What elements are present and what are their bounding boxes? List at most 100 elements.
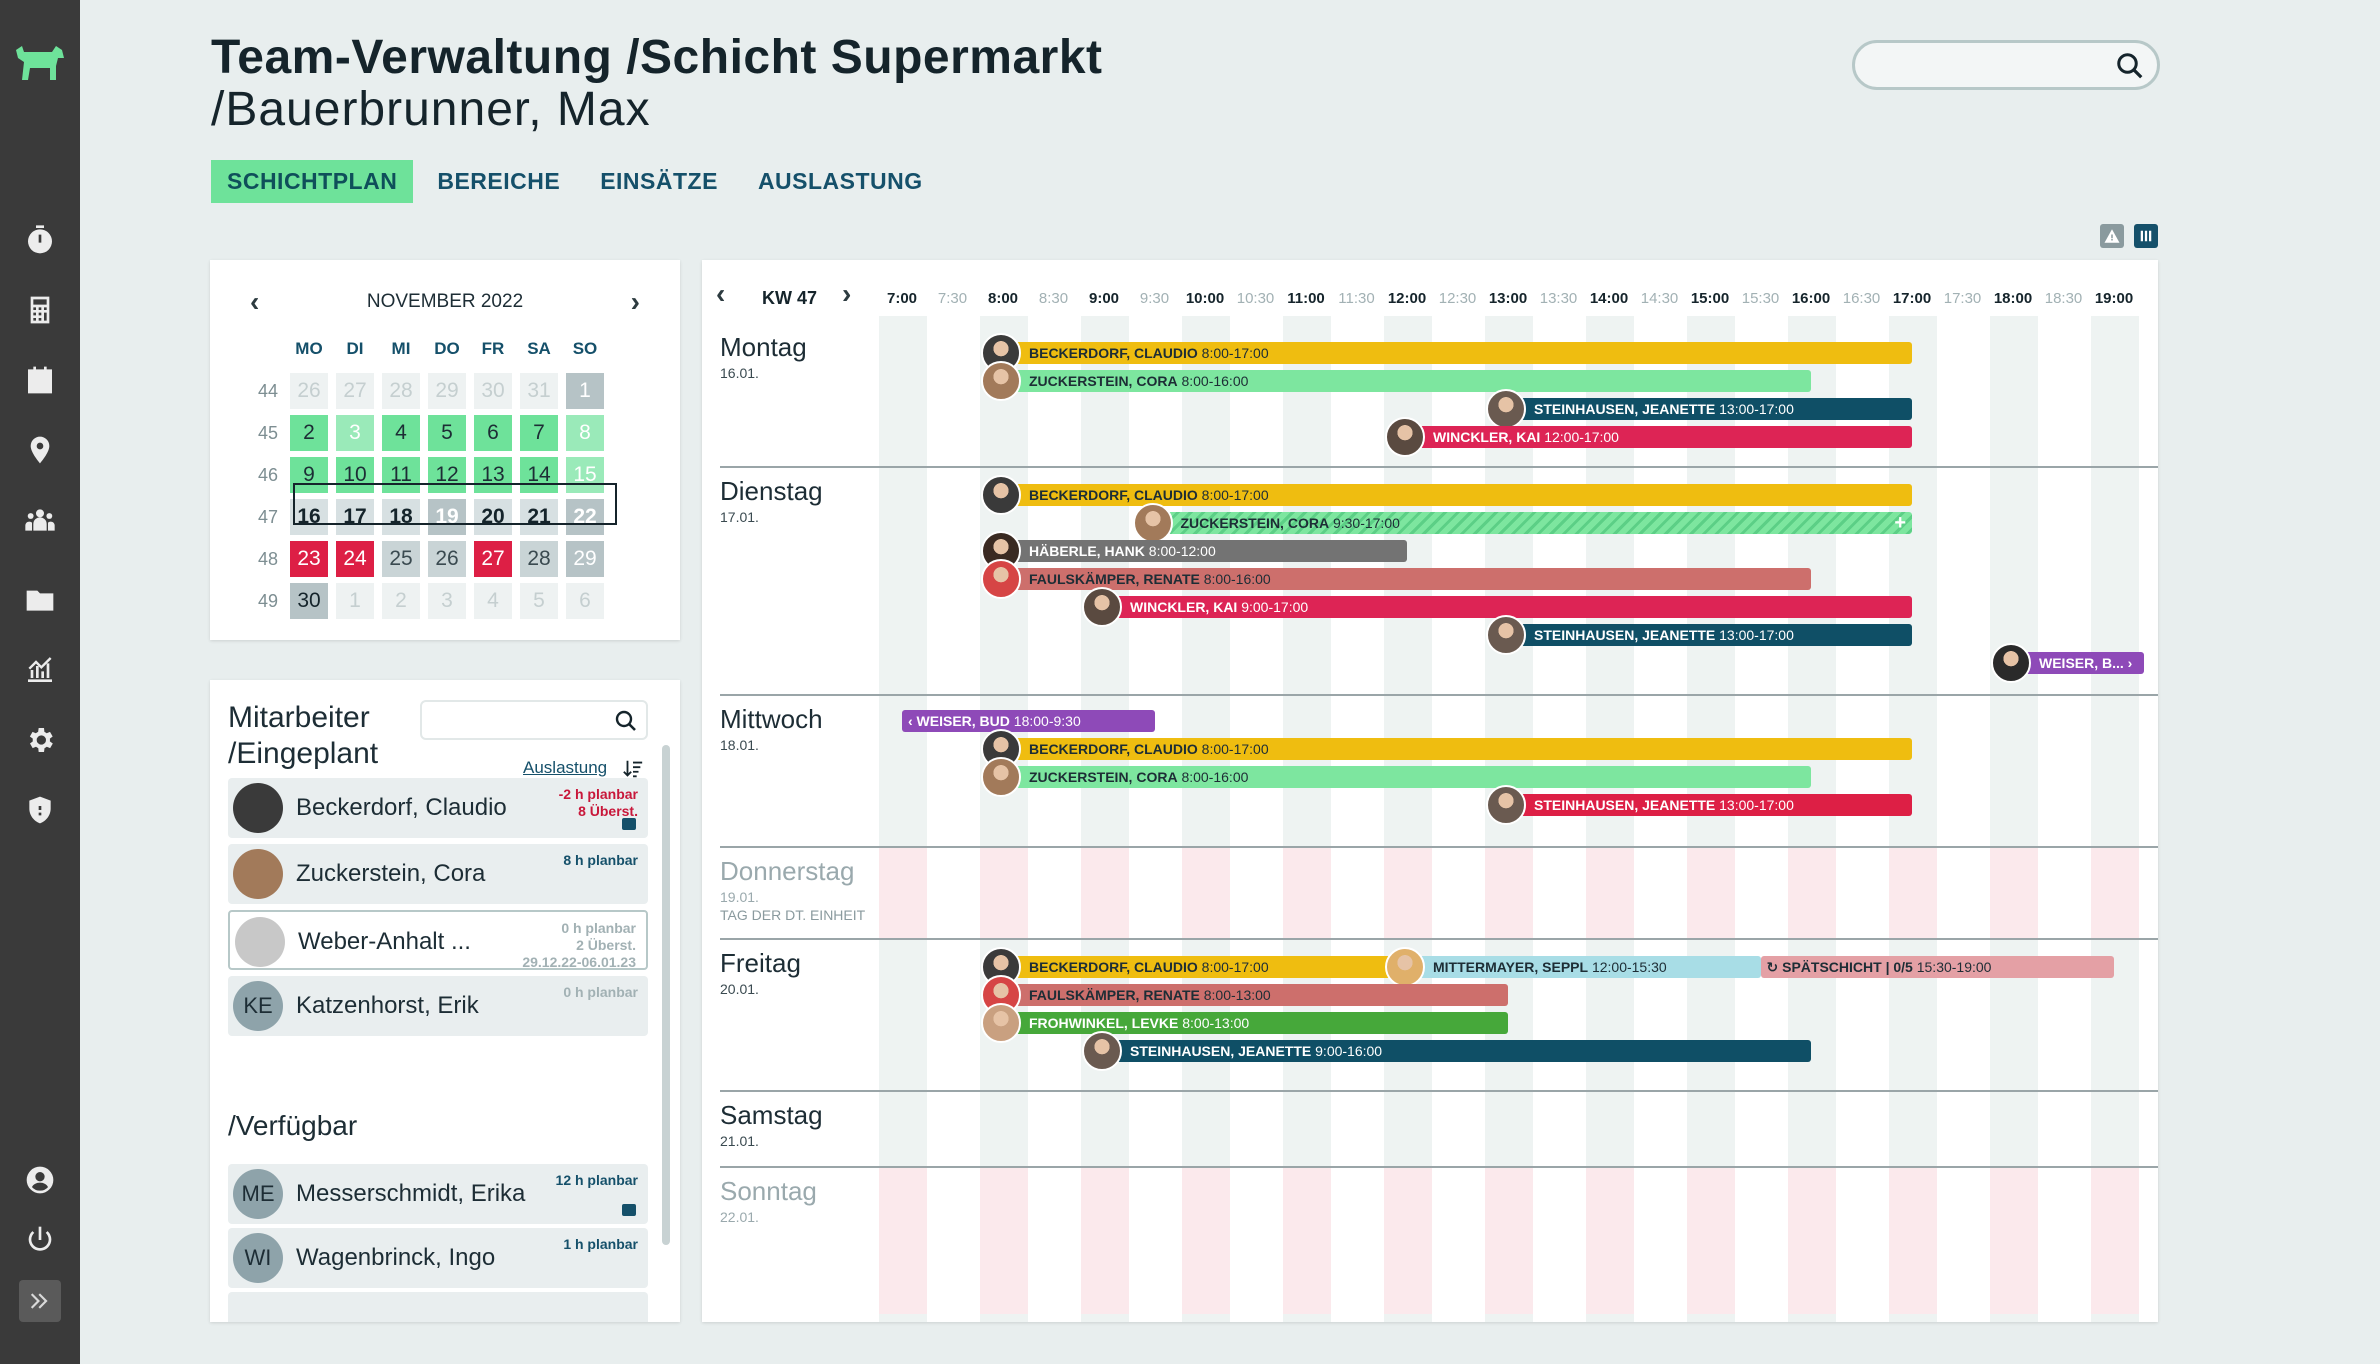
shield-icon[interactable] [22,792,58,828]
add-shift-icon[interactable]: + [1894,512,1906,534]
calendar-day[interactable]: 6 [566,583,604,619]
stopwatch-icon[interactable] [22,222,58,258]
shift-bar[interactable]: FROHWINKEL, LEVKE 8:00-13:00 [1003,1012,1508,1034]
calendar-day[interactable]: 2 [290,415,328,451]
employee-avatar[interactable] [981,559,1021,599]
shift-bar[interactable]: ‹ WEISER, BUD 18:00-9:30 [902,710,1155,732]
calendar-day[interactable]: 4 [474,583,512,619]
calendar-day[interactable]: 30 [474,373,512,409]
employee-avatar[interactable] [1991,643,2031,683]
calendar-day[interactable]: 1 [566,373,604,409]
shift-bar[interactable]: ZUCKERSTEIN, CORA 8:00-16:00 [1003,766,1811,788]
employee-avatar[interactable] [981,475,1021,515]
global-search-input[interactable] [1852,40,2160,90]
calendar-day[interactable]: 31 [520,373,558,409]
calendar-day[interactable]: 5 [428,415,466,451]
prev-month-button[interactable]: ‹ [250,286,259,318]
week-number[interactable]: 44 [250,381,286,402]
week-number[interactable]: 48 [250,549,286,570]
calculator-icon[interactable] [22,292,58,328]
calendar-day[interactable]: 28 [382,373,420,409]
employee-row[interactable]: Zuckerstein, Cora 8 h planbar [228,844,648,904]
sort-descending-icon[interactable] [622,758,644,780]
employee-avatar[interactable] [1082,587,1122,627]
calendar-day[interactable]: 30 [290,583,328,619]
shift-bar[interactable]: STEINHAUSEN, JEANETTE 9:00-16:00 [1104,1040,1811,1062]
calendar-day[interactable]: 2 [382,583,420,619]
employee-row[interactable]: Beckerdorf, Claudio -2 h planbar 8 Überst. [228,778,648,838]
shift-bar[interactable]: FAULSKÄMPER, RENATE 8:00-16:00 [1003,568,1811,590]
calendar-day[interactable]: 27 [474,541,512,577]
calendar-icon[interactable] [22,362,58,398]
employee-avatar[interactable] [1385,417,1425,457]
calendar-day[interactable]: 27 [336,373,374,409]
dog-logo-icon[interactable] [12,42,68,82]
calendar-day[interactable]: 26 [428,541,466,577]
shift-bar[interactable]: HÄBERLE, HANK 8:00-12:00 [1003,540,1407,562]
shift-bar[interactable]: ZUCKERSTEIN, CORA 8:00-16:00 [1003,370,1811,392]
shift-bar[interactable]: BECKERDORF, CLAUDIO 8:00-17:00 [1003,484,1912,506]
shift-bar[interactable]: ↻ SPÄTSCHICHT | 0/5 15:30-19:00 [1760,956,2114,978]
employee-avatar[interactable] [1385,947,1425,987]
calendar-day[interactable]: 6 [474,415,512,451]
sort-auslastung-link[interactable]: Auslastung [523,758,607,778]
tab-einsaetze[interactable]: EINSÄTZE [584,160,734,203]
week-number[interactable]: 47 [250,507,286,528]
shift-bar[interactable]: ZUCKERSTEIN, CORA 9:30-17:00 + [1154,512,1912,534]
location-pin-icon[interactable] [22,432,58,468]
next-month-button[interactable]: › [631,286,640,318]
employee-row[interactable]: Weber-Anhalt ... 0 h planbar 2 Überst. 29.1… [228,910,648,970]
employee-avatar[interactable] [1082,1031,1122,1071]
employee-avatar[interactable] [981,361,1021,401]
shift-bar[interactable]: WEISER, B... › [2013,652,2145,674]
shift-bar[interactable]: WINCKLER, KAI 12:00-17:00 [1407,426,1912,448]
week-number[interactable]: 49 [250,591,286,612]
calendar-day[interactable]: 5 [520,583,558,619]
calendar-day[interactable]: 3 [336,415,374,451]
next-week-button[interactable]: › [842,278,851,310]
calendar-day[interactable]: 1 [336,583,374,619]
calendar-day[interactable]: 8 [566,415,604,451]
shift-bar[interactable]: BECKERDORF, CLAUDIO 8:00-17:00 [1003,738,1912,760]
shift-bar[interactable]: MITTERMAYER, SEPPL 12:00-15:30 [1407,956,1761,978]
tab-schichtplan[interactable]: SCHICHTPLAN [211,160,414,203]
week-number[interactable]: 45 [250,423,286,444]
employee-avatar[interactable] [1486,785,1526,825]
employee-avatar[interactable] [1486,615,1526,655]
calendar-day[interactable]: 3 [428,583,466,619]
shift-bar[interactable]: STEINHAUSEN, JEANETTE 13:00-17:00 [1508,794,1912,816]
chat-bubble-icon[interactable] [622,818,636,830]
shift-bar[interactable]: BECKERDORF, CLAUDIO 8:00-17:00 [1003,956,1407,978]
employee-avatar[interactable] [1486,389,1526,429]
week-number[interactable]: 46 [250,465,286,486]
calendar-day[interactable]: 4 [382,415,420,451]
tab-bereiche[interactable]: BEREICHE [421,160,576,203]
team-icon[interactable] [22,502,58,538]
employees-scrollbar[interactable] [662,745,670,1245]
user-profile-icon[interactable] [22,1162,58,1198]
employee-avatar[interactable] [1132,503,1173,543]
shift-bar[interactable]: STEINHAUSEN, JEANETTE 13:00-17:00 [1508,624,1912,646]
calendar-day[interactable]: 7 [520,415,558,451]
calendar-day[interactable]: 23 [290,541,328,577]
chat-bubble-icon[interactable] [622,1204,636,1216]
settings-gear-icon[interactable] [22,722,58,758]
warning-icon[interactable] [2100,224,2124,248]
power-icon[interactable] [22,1222,58,1258]
calendar-day[interactable]: 24 [336,541,374,577]
calendar-day[interactable]: 28 [520,541,558,577]
chart-icon[interactable] [22,652,58,688]
columns-view-icon[interactable] [2134,224,2158,248]
employee-row[interactable]: WI Wagenbrinck, Ingo 1 h planbar [228,1228,648,1288]
employee-search-input[interactable] [420,700,648,740]
shift-bar[interactable]: FAULSKÄMPER, RENATE 8:00-13:00 [1003,984,1508,1006]
folder-icon[interactable] [22,582,58,618]
employee-avatar[interactable] [981,757,1021,797]
prev-week-button[interactable]: ‹ [716,278,725,310]
calendar-day[interactable]: 25 [382,541,420,577]
tab-auslastung[interactable]: AUSLASTUNG [742,160,939,203]
employee-row[interactable]: KE Katzenhorst, Erik 0 h planbar [228,976,648,1036]
shift-bar[interactable]: BECKERDORF, CLAUDIO 8:00-17:00 [1003,342,1912,364]
calendar-day[interactable]: 29 [566,541,604,577]
calendar-day[interactable]: 26 [290,373,328,409]
